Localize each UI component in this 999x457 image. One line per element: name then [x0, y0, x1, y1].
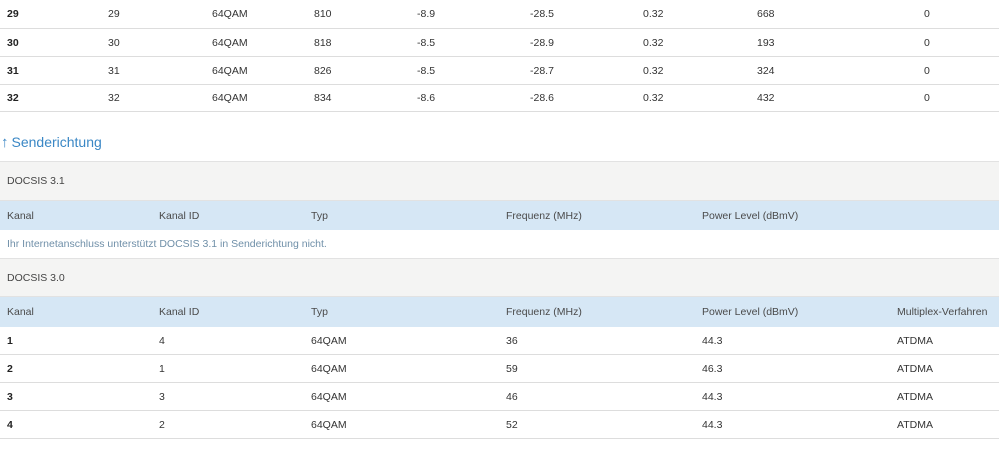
table-row: 31 31 64QAM 826 -8.5 -28.7 0.32 324 0 [0, 57, 999, 85]
frequenz-cell: 52 [506, 418, 518, 431]
table-row: 29 29 64QAM 810 -8.9 -28.5 0.32 668 0 [0, 0, 999, 29]
kanal-id-cell: 32 [108, 92, 120, 104]
table-row: 4 2 64QAM 52 44.3 ATDMA [0, 411, 999, 439]
col-kanal-id: Kanal ID [159, 306, 200, 318]
docsis31-section-header: DOCSIS 3.1 [0, 161, 999, 201]
frequenz-cell: 810 [314, 8, 332, 20]
latenz-cell: 0.32 [643, 8, 664, 20]
table-row: 2 1 64QAM 59 46.3 ATDMA [0, 355, 999, 383]
power-level-cell: 44.3 [702, 390, 723, 403]
kanal-id-cell: 2 [159, 418, 165, 431]
col-typ: Typ [311, 209, 328, 222]
frequenz-cell: 826 [314, 64, 332, 77]
kanal-cell: 1 [7, 334, 13, 347]
multiplex-cell: ATDMA [897, 418, 933, 431]
typ-cell: 64QAM [311, 418, 347, 431]
table-row: 32 32 64QAM 834 -8.6 -28.6 0.32 432 0 [0, 85, 999, 112]
table-row: 1 4 64QAM 36 44.3 ATDMA [0, 327, 999, 355]
multiplex-cell: ATDMA [897, 334, 933, 347]
typ-cell: 64QAM [212, 8, 248, 20]
docsis30-column-header: Kanal Kanal ID Typ Frequenz (MHz) Power … [0, 297, 999, 327]
docsis31-column-header: Kanal Kanal ID Typ Frequenz (MHz) Power … [0, 201, 999, 230]
multiplex-cell: ATDMA [897, 362, 933, 375]
frequenz-cell: 834 [314, 92, 332, 104]
col-frequenz: Frequenz (MHz) [506, 306, 582, 318]
col-power-level: Power Level (dBmV) [702, 209, 799, 222]
kanal-cell: 4 [7, 418, 13, 431]
kanal-id-cell: 4 [159, 334, 165, 347]
docsis30-label: DOCSIS 3.0 [7, 271, 65, 284]
docsis30-section-header: DOCSIS 3.0 [0, 258, 999, 297]
col-multiplex-verfahren: Multiplex-Verfahren [897, 306, 988, 318]
latenz-cell: 0.32 [643, 92, 664, 104]
mse-cell: -28.6 [530, 92, 554, 104]
korrigierbar-cell: 324 [757, 64, 775, 77]
col-kanal: Kanal [7, 306, 34, 318]
latenz-cell: 0.32 [643, 36, 664, 49]
kanal-cell: 3 [7, 390, 13, 403]
col-kanal-id: Kanal ID [159, 209, 200, 222]
typ-cell: 64QAM [311, 390, 347, 403]
kanal-cell: 30 [7, 36, 19, 49]
senderichtung-heading: ↑ Senderichtung [1, 131, 102, 153]
arrow-up-icon: ↑ [1, 133, 9, 151]
typ-cell: 64QAM [212, 92, 248, 104]
typ-cell: 64QAM [311, 334, 347, 347]
nicht-korrigierbar-cell: 0 [924, 64, 930, 77]
col-kanal: Kanal [7, 209, 34, 222]
mse-cell: -28.5 [530, 8, 554, 20]
typ-cell: 64QAM [212, 64, 248, 77]
kanal-cell: 2 [7, 362, 13, 375]
power-level-cell: -8.6 [417, 92, 436, 104]
mse-cell: -28.7 [530, 64, 554, 77]
table-row: 3 3 64QAM 46 44.3 ATDMA [0, 383, 999, 411]
frequenz-cell: 36 [506, 334, 518, 347]
frequenz-cell: 59 [506, 362, 518, 375]
frequenz-cell: 818 [314, 36, 332, 49]
korrigierbar-cell: 432 [757, 92, 775, 104]
nicht-korrigierbar-cell: 0 [924, 36, 930, 49]
nicht-korrigierbar-cell: 0 [924, 8, 930, 20]
latenz-cell: 0.32 [643, 64, 664, 77]
kanal-id-cell: 31 [108, 64, 120, 77]
kanal-id-cell: 1 [159, 362, 165, 375]
nicht-korrigierbar-cell: 0 [924, 92, 930, 104]
col-typ: Typ [311, 306, 328, 318]
kanal-cell: 29 [7, 8, 19, 20]
power-level-cell: -8.5 [417, 64, 436, 77]
frequenz-cell: 46 [506, 390, 518, 403]
col-frequenz: Frequenz (MHz) [506, 209, 582, 222]
docsis31-note-text: Ihr Internetanschluss unterstützt DOCSIS… [7, 238, 327, 250]
power-level-cell: 44.3 [702, 418, 723, 431]
korrigierbar-cell: 193 [757, 36, 775, 49]
table-row: 30 30 64QAM 818 -8.5 -28.9 0.32 193 0 [0, 29, 999, 57]
docsis31-not-supported-note: Ihr Internetanschluss unterstützt DOCSIS… [0, 230, 999, 258]
kanal-cell: 31 [7, 64, 19, 77]
mse-cell: -28.9 [530, 36, 554, 49]
kanal-id-cell: 29 [108, 8, 120, 20]
power-level-cell: -8.9 [417, 8, 436, 20]
multiplex-cell: ATDMA [897, 390, 933, 403]
docsis31-label: DOCSIS 3.1 [7, 175, 65, 187]
kanal-cell: 32 [7, 92, 19, 104]
senderichtung-title: Senderichtung [11, 134, 102, 150]
col-power-level: Power Level (dBmV) [702, 306, 799, 318]
typ-cell: 64QAM [212, 36, 248, 49]
kanal-id-cell: 3 [159, 390, 165, 403]
kanal-id-cell: 30 [108, 36, 120, 49]
power-level-cell: 46.3 [702, 362, 723, 375]
korrigierbar-cell: 668 [757, 8, 775, 20]
typ-cell: 64QAM [311, 362, 347, 375]
power-level-cell: -8.5 [417, 36, 436, 49]
power-level-cell: 44.3 [702, 334, 723, 347]
